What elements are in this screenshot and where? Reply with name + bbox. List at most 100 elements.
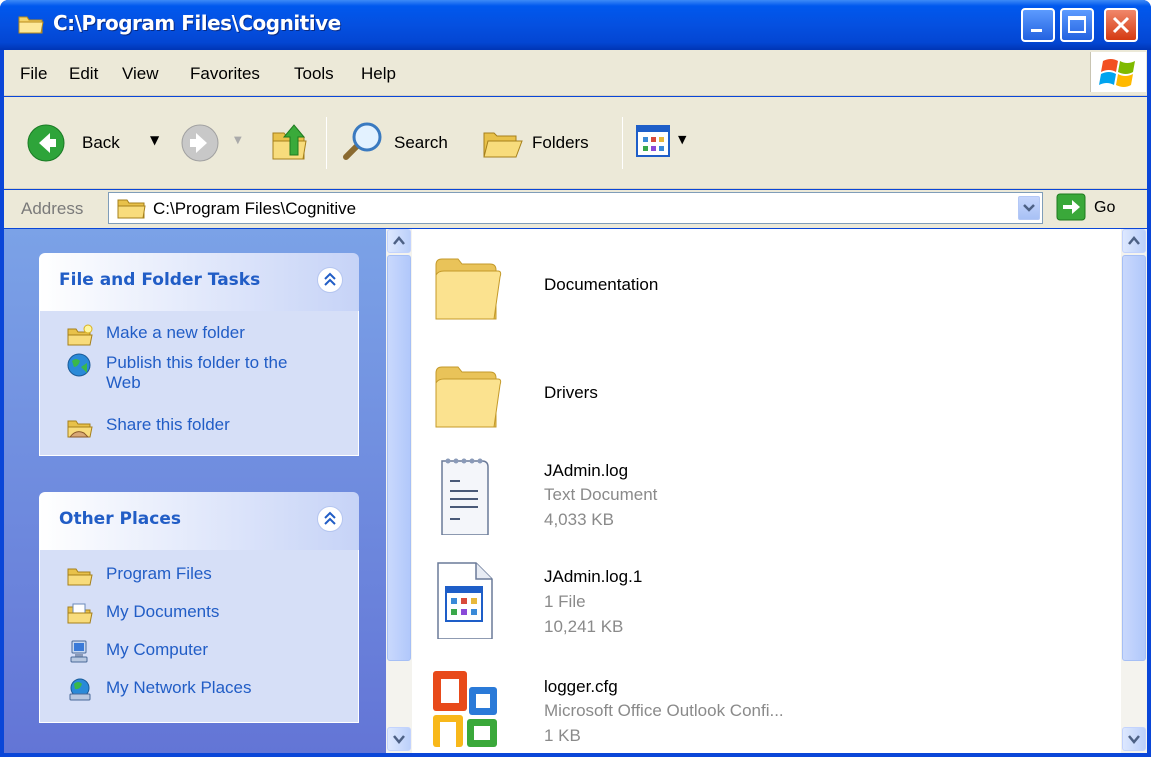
network-places-icon bbox=[69, 678, 91, 701]
close-button[interactable] bbox=[1104, 8, 1138, 42]
views-icon bbox=[636, 125, 670, 157]
scroll-up-button[interactable] bbox=[387, 229, 411, 253]
folders-button[interactable]: Folders bbox=[480, 121, 610, 163]
place-label: My Documents bbox=[106, 602, 220, 621]
forward-arrow-icon bbox=[181, 124, 219, 162]
scroll-thumb[interactable] bbox=[387, 255, 411, 661]
views-dropdown-icon[interactable]: ▼ bbox=[678, 133, 686, 146]
file-name: JAdmin.log bbox=[544, 461, 629, 480]
task-label: Make a new folder bbox=[106, 323, 245, 342]
explorer-window: C:\Program Files\Cognitive File Edit Vie… bbox=[0, 0, 1151, 757]
task-pane: File and Folder Tasks Make a new folder bbox=[4, 229, 386, 753]
panel-title: File and Folder Tasks bbox=[59, 270, 261, 290]
file-name: Documentation bbox=[544, 275, 659, 294]
search-button[interactable]: Search bbox=[340, 121, 466, 163]
other-places-panel: Other Places Program Files My Documents … bbox=[39, 492, 359, 723]
forward-button[interactable]: ▼ bbox=[180, 123, 250, 163]
address-value: C:\Program Files\Cognitive bbox=[153, 199, 357, 218]
my-documents-icon bbox=[67, 603, 93, 624]
file-name: Drivers bbox=[544, 383, 598, 402]
address-field[interactable]: C:\Program Files\Cognitive bbox=[108, 192, 1043, 224]
collapse-button[interactable] bbox=[317, 506, 343, 532]
window-title: C:\Program Files\Cognitive bbox=[53, 11, 341, 35]
file-item-jadmin-log[interactable]: JAdmin.log Text Document 4,033 KB bbox=[432, 455, 1112, 555]
file-size: 4,033 KB bbox=[544, 510, 614, 529]
search-icon bbox=[343, 122, 382, 160]
maximize-button[interactable] bbox=[1060, 8, 1094, 42]
panel-body: Program Files My Documents My Computer M… bbox=[39, 550, 359, 723]
toolbar-separator bbox=[622, 117, 623, 169]
file-type: 1 File bbox=[544, 592, 586, 611]
panel-title: Other Places bbox=[59, 509, 181, 529]
go-button[interactable]: Go bbox=[1054, 193, 1134, 223]
back-dropdown-icon[interactable]: ▼ bbox=[150, 133, 159, 147]
place-label: Program Files bbox=[106, 564, 212, 583]
scroll-down-button[interactable] bbox=[387, 727, 411, 751]
forward-dropdown-icon[interactable]: ▼ bbox=[234, 135, 242, 146]
panel-body: Make a new folder Publish this folder to… bbox=[39, 311, 359, 456]
place-my-computer[interactable]: My Computer bbox=[40, 640, 358, 678]
task-publish-folder-web[interactable]: Publish this folder to the Web bbox=[40, 353, 358, 415]
file-item-drivers[interactable]: Drivers bbox=[432, 355, 1112, 455]
menu-view[interactable]: View bbox=[122, 64, 159, 84]
office-outlook-icon bbox=[433, 671, 497, 747]
folder-icon bbox=[435, 366, 502, 428]
file-item-documentation[interactable]: Documentation bbox=[432, 247, 1112, 347]
menu-tools[interactable]: Tools bbox=[294, 64, 334, 84]
file-size: 10,241 KB bbox=[544, 617, 624, 636]
chevron-up-icon bbox=[324, 511, 336, 525]
folder-icon bbox=[18, 16, 44, 34]
task-pane-scrollbar[interactable] bbox=[386, 229, 412, 753]
file-item-jadmin-log-1[interactable]: JAdmin.log.1 1 File 10,241 KB bbox=[432, 559, 1112, 659]
menu-file[interactable]: File bbox=[20, 64, 47, 84]
panel-header[interactable]: Other Places bbox=[39, 492, 359, 550]
menu-help[interactable]: Help bbox=[361, 64, 396, 84]
back-button[interactable]: Back ▼ bbox=[26, 123, 166, 163]
generic-file-icon bbox=[437, 562, 493, 639]
task-label: Publish this folder to the Web bbox=[106, 353, 288, 392]
address-dropdown-button[interactable] bbox=[1018, 196, 1040, 220]
publish-web-icon bbox=[67, 353, 91, 377]
file-type: Text Document bbox=[544, 485, 658, 504]
place-my-documents[interactable]: My Documents bbox=[40, 602, 358, 640]
go-label: Go bbox=[1094, 199, 1116, 216]
chevron-up-icon bbox=[324, 272, 336, 286]
folder-icon bbox=[435, 258, 502, 320]
file-item-logger-cfg[interactable]: logger.cfg Microsoft Office Outlook Conf… bbox=[432, 667, 1112, 753]
file-list-scrollbar[interactable] bbox=[1121, 229, 1147, 753]
place-program-files[interactable]: Program Files bbox=[40, 564, 358, 602]
task-share-folder[interactable]: Share this folder bbox=[40, 415, 358, 445]
chevron-down-icon bbox=[393, 735, 405, 744]
address-bar: Address C:\Program Files\Cognitive Go bbox=[4, 190, 1147, 228]
file-folder-tasks-panel: File and Folder Tasks Make a new folder bbox=[39, 253, 359, 456]
menu-favorites[interactable]: Favorites bbox=[190, 64, 260, 84]
folder-icon bbox=[67, 568, 93, 586]
scroll-down-button[interactable] bbox=[1122, 727, 1146, 751]
collapse-button[interactable] bbox=[317, 267, 343, 293]
menu-edit[interactable]: Edit bbox=[69, 64, 98, 84]
new-folder-icon bbox=[67, 324, 93, 346]
up-folder-icon[interactable] bbox=[270, 121, 310, 163]
menu-bar: File Edit View Favorites Tools Help bbox=[4, 50, 1147, 96]
chevron-up-icon bbox=[393, 236, 405, 245]
file-list: Documentation Drivers JAdmin.log Text Do… bbox=[412, 229, 1122, 753]
toolbar-separator bbox=[326, 117, 327, 169]
folder-icon bbox=[117, 199, 146, 219]
views-button[interactable]: ▼ bbox=[636, 125, 700, 161]
place-my-network-places[interactable]: My Network Places bbox=[40, 678, 358, 708]
task-make-new-folder[interactable]: Make a new folder bbox=[40, 323, 358, 353]
file-size: 1 KB bbox=[544, 726, 581, 745]
back-label: Back bbox=[82, 133, 120, 152]
chevron-up-icon bbox=[1128, 236, 1140, 245]
back-arrow-icon bbox=[27, 124, 65, 162]
folders-icon bbox=[483, 132, 523, 158]
minimize-button[interactable] bbox=[1021, 8, 1055, 42]
standard-toolbar: Back ▼ ▼ Search Folders ▼ bbox=[4, 97, 1147, 189]
title-bar[interactable]: C:\Program Files\Cognitive bbox=[0, 0, 1151, 50]
panel-header[interactable]: File and Folder Tasks bbox=[39, 253, 359, 311]
place-label: My Computer bbox=[106, 640, 209, 659]
scroll-up-button[interactable] bbox=[1122, 229, 1146, 253]
task-label: Share this folder bbox=[106, 415, 230, 434]
place-label: My Network Places bbox=[106, 678, 252, 697]
scroll-thumb[interactable] bbox=[1122, 255, 1146, 661]
